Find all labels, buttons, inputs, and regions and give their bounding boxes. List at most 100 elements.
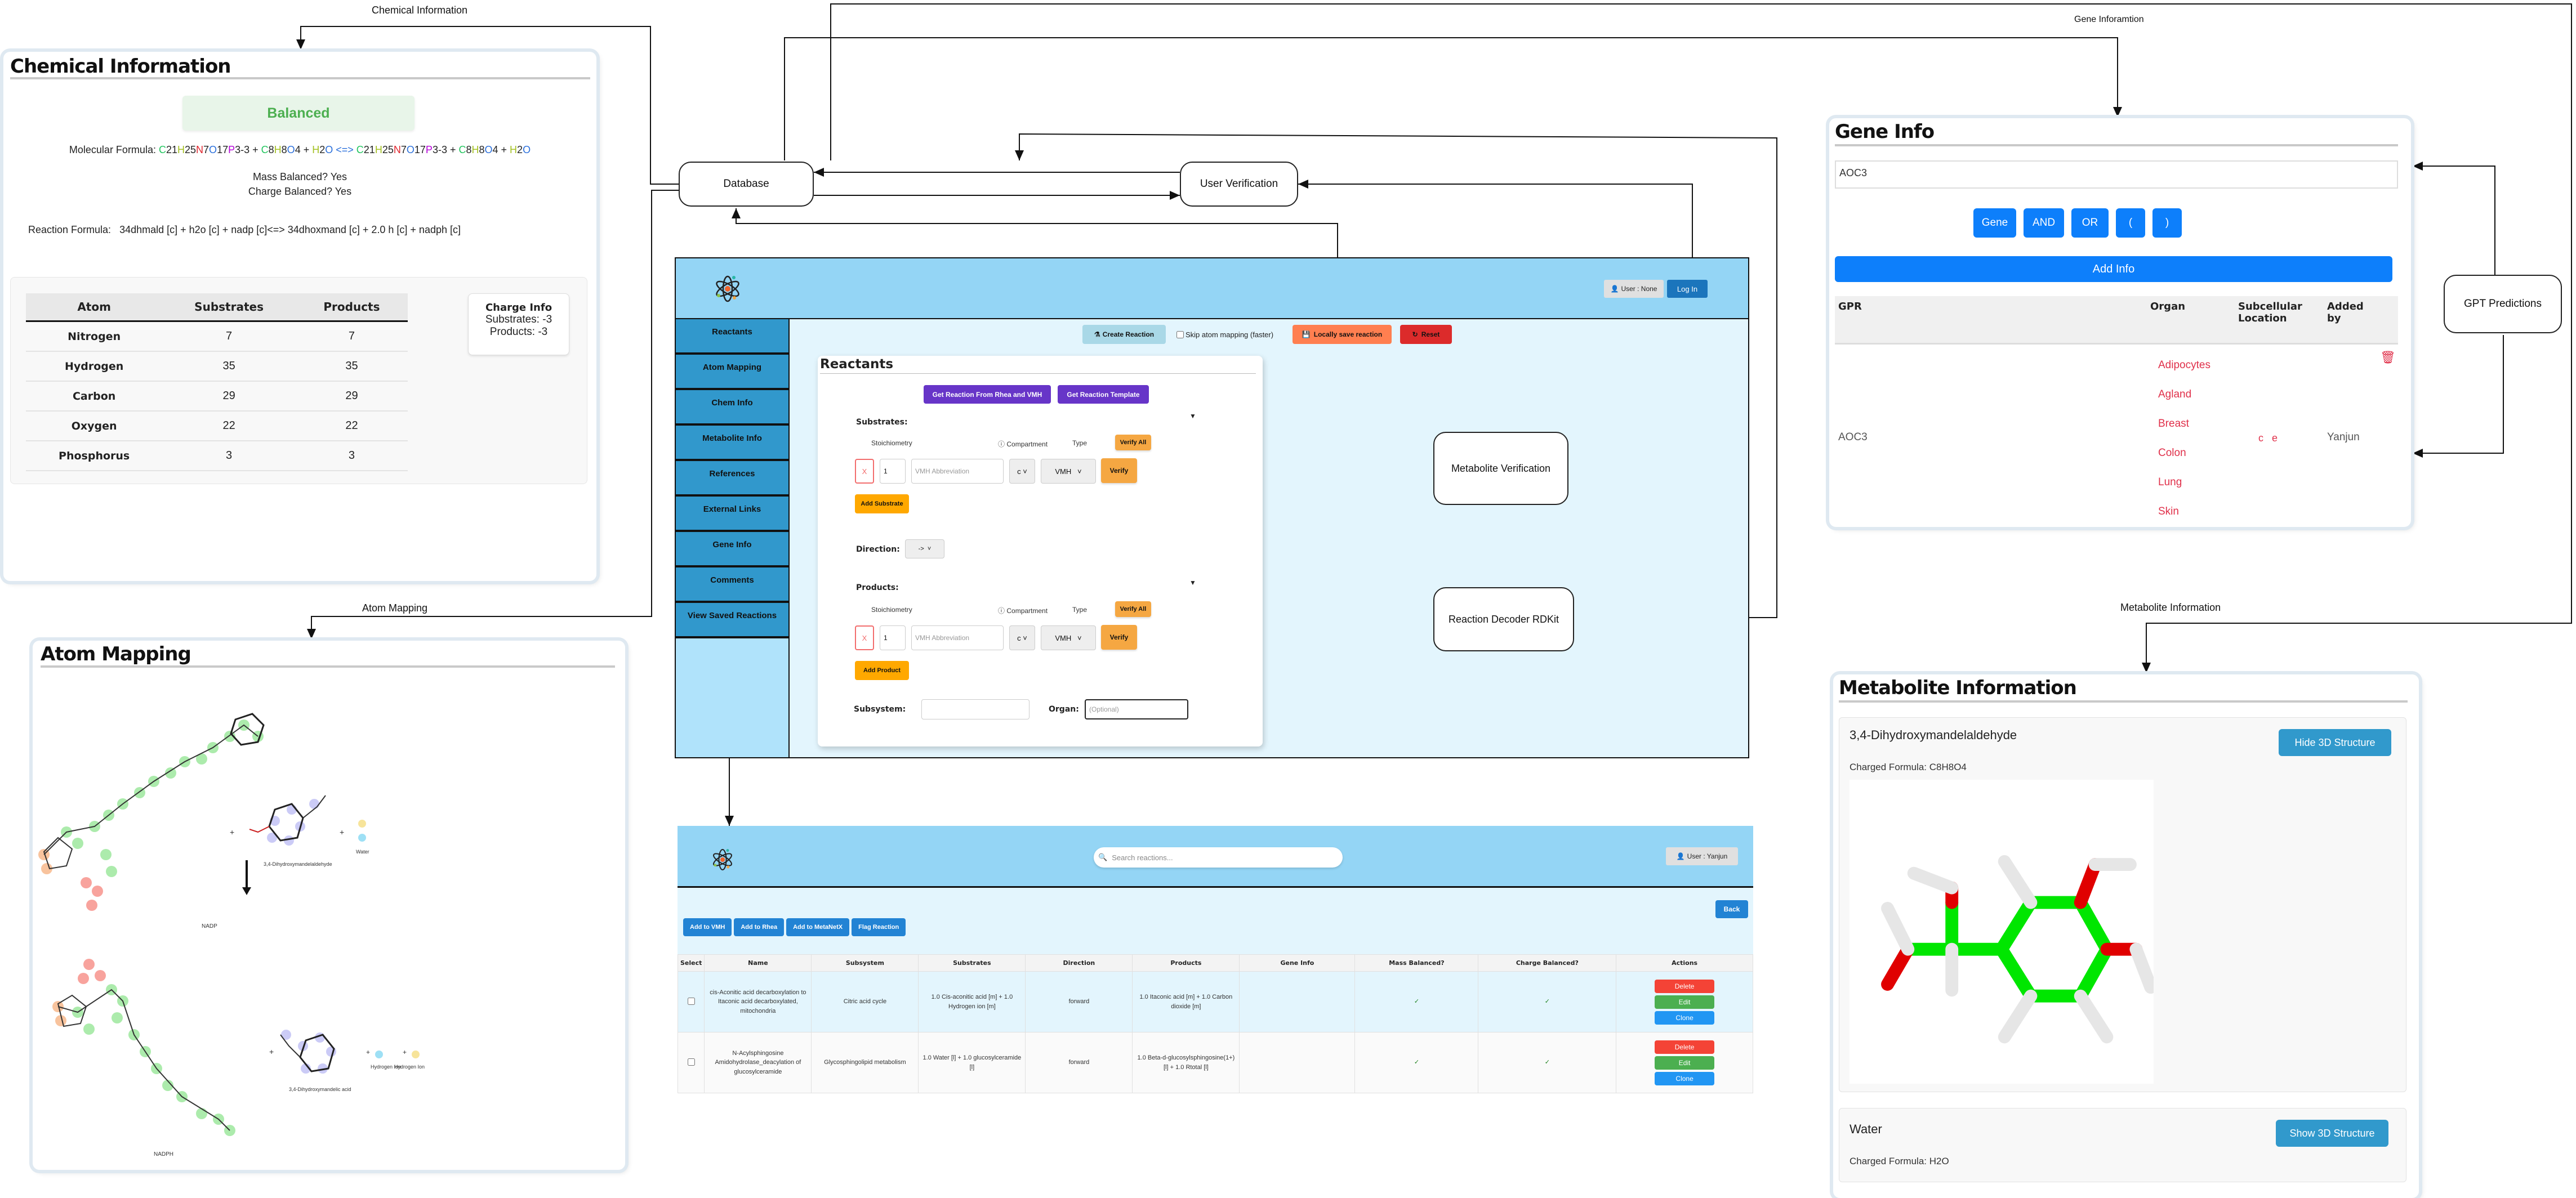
product-vmh-input[interactable]: VMH Abbreviation <box>911 625 1004 650</box>
table-row[interactable]: cis-Aconitic acid decarboxylation to Ita… <box>677 971 1753 1032</box>
element-N: N <box>196 144 204 155</box>
atom-logo-icon[interactable] <box>712 847 733 872</box>
refresh-icon: ↻ <box>1412 330 1418 338</box>
add-to-vmh-button[interactable]: Add to VMH <box>683 918 732 936</box>
wire-gpt-table <box>2413 335 2504 458</box>
select-cell <box>677 1032 705 1093</box>
skip-atom-mapping-input[interactable] <box>1176 331 1184 338</box>
actions-cell: Delete Edit Clone <box>1616 971 1753 1032</box>
token-and-button[interactable]: AND <box>2024 208 2064 238</box>
token-open-paren-button[interactable]: ( <box>2116 208 2145 238</box>
atom-logo-icon[interactable] <box>715 274 740 303</box>
direction-select[interactable]: -> ˅ <box>905 539 944 558</box>
edit-button[interactable]: Edit <box>1655 995 1715 1009</box>
collapse-substrates-icon[interactable]: ▼ <box>1189 412 1196 420</box>
skip-atom-mapping-checkbox[interactable]: Skip atom mapping (faster) <box>1176 330 1273 339</box>
reaction-formula-label: Reaction Formula: <box>28 224 112 235</box>
hide-3d-structure-button[interactable]: Hide 3D Structure <box>2279 729 2391 756</box>
metabolite-card: 3,4-Dihydroxymandelaldehyde Hide 3D Stru… <box>1839 717 2406 1092</box>
balanced-status-badge: Balanced <box>182 96 415 131</box>
organ-link[interactable]: Adipocytes <box>2158 359 2210 372</box>
products-label: Products: <box>856 583 899 592</box>
sidebar-item-atom-mapping[interactable]: Atom Mapping <box>676 355 788 390</box>
show-3d-structure-button[interactable]: Show 3D Structure <box>2276 1120 2388 1147</box>
element-count: 8 <box>268 144 274 155</box>
user-badge[interactable]: 👤 User : None <box>1604 280 1664 298</box>
organ-link[interactable]: Colon <box>2158 447 2186 459</box>
verify-all-substrates-button[interactable]: Verify All <box>1115 435 1151 450</box>
login-button[interactable]: Log In <box>1667 280 1708 298</box>
clone-button[interactable]: Clone <box>1655 1071 1715 1085</box>
user-badge[interactable]: 👤 User : Yanjun <box>1666 847 1738 865</box>
sidebar-item-external-links[interactable]: External Links <box>676 497 788 532</box>
row-select-checkbox[interactable] <box>688 1058 696 1066</box>
verify-product-button[interactable]: Verify <box>1101 625 1137 650</box>
substrate-stoichiometry-input[interactable]: 1 <box>880 459 906 484</box>
column-header: Actions <box>1616 954 1753 972</box>
sidebar-item-metabolite-info[interactable]: Metabolite Info <box>676 426 788 461</box>
remove-product-button[interactable]: X <box>855 625 874 650</box>
sidebar-item-reactants[interactable]: Reactants <box>676 319 788 355</box>
subcellular-e[interactable]: e <box>2272 432 2278 444</box>
collapse-products-icon[interactable]: ▼ <box>1189 579 1196 587</box>
3d-structure-viewer[interactable] <box>1849 780 2158 1084</box>
column-header: Name <box>704 954 812 972</box>
verify-all-products-button[interactable]: Verify All <box>1115 601 1151 617</box>
row-select-checkbox[interactable] <box>688 997 696 1005</box>
element-count: 17 <box>414 144 426 155</box>
organ-link[interactable]: Breast <box>2158 418 2189 430</box>
edit-button[interactable]: Edit <box>1655 1056 1715 1070</box>
remove-substrate-button[interactable]: X <box>855 459 874 484</box>
gpr-input[interactable]: AOC3 <box>1835 160 2398 189</box>
sidebar-item-comments[interactable]: Comments <box>676 567 788 603</box>
substrate-vmh-input[interactable]: VMH Abbreviation <box>911 459 1004 484</box>
back-button[interactable]: Back <box>1715 900 1748 918</box>
info-icon[interactable]: ⓘ <box>998 607 1005 615</box>
get-from-rhea-button[interactable]: Get Reaction From Rhea and VMH <box>924 385 1051 404</box>
token-gene-button[interactable]: Gene <box>1973 208 2016 238</box>
table-row[interactable]: N-Acylsphingosine Amidohydrolase_deacyla… <box>677 1032 1753 1093</box>
verify-substrate-button[interactable]: Verify <box>1101 458 1137 483</box>
locally-save-button[interactable]: 💾 Locally save reaction <box>1293 325 1392 344</box>
sidebar-item-view-saved-reactions[interactable]: View Saved Reactions <box>676 603 788 638</box>
sidebar-item-chem-info[interactable]: Chem Info <box>676 390 788 426</box>
organ-input[interactable]: (Optional) <box>1085 699 1188 719</box>
substrate-compartment-select[interactable]: c ˅ <box>1009 459 1035 484</box>
title-divider <box>820 373 1256 374</box>
atom-count: 3 <box>162 441 296 471</box>
search-reactions-input[interactable]: 🔍 Search reactions... <box>1094 847 1343 868</box>
get-template-button[interactable]: Get Reaction Template <box>1058 385 1149 404</box>
product-compartment-select[interactable]: c ˅ <box>1009 625 1035 650</box>
add-to-metanetx-button[interactable]: Add to MetaNetX <box>786 918 850 936</box>
delete-button[interactable]: Delete <box>1655 979 1715 993</box>
product-label-nadph: NADPH <box>154 1151 173 1157</box>
add-info-button[interactable]: Add Info <box>1835 256 2392 282</box>
title-divider <box>1835 144 2398 146</box>
dihydroxymandelaldehyde-structure <box>249 795 326 846</box>
sidebar-item-references[interactable]: References <box>676 461 788 497</box>
trash-icon[interactable]: 🗑 <box>2380 350 2396 365</box>
info-icon[interactable]: ⓘ <box>998 440 1005 448</box>
flag-reaction-button[interactable]: Flag Reaction <box>852 918 906 936</box>
subcellular-c[interactable]: c <box>2258 432 2263 444</box>
create-reaction-button[interactable]: ⚗ Create Reaction <box>1082 325 1166 344</box>
organ-link[interactable]: Skin <box>2158 506 2179 518</box>
name-cell: cis-Aconitic acid decarboxylation to Ita… <box>704 971 812 1032</box>
add-to-rhea-button[interactable]: Add to Rhea <box>734 918 785 936</box>
subsystem-cell: Citric acid cycle <box>811 971 919 1032</box>
organ-link[interactable]: Lung <box>2158 476 2182 489</box>
sidebar-item-gene-info[interactable]: Gene Info <box>676 532 788 567</box>
token-or-button[interactable]: OR <box>2071 208 2109 238</box>
organ-link[interactable]: Agland <box>2158 388 2191 401</box>
token-close-paren-button[interactable]: ) <box>2152 208 2182 238</box>
add-product-button[interactable]: Add Product <box>855 661 909 680</box>
product-stoichiometry-input[interactable]: 1 <box>880 625 906 650</box>
clone-button[interactable]: Clone <box>1655 1011 1715 1025</box>
subsystem-input[interactable] <box>921 699 1029 719</box>
add-substrate-button[interactable]: Add Substrate <box>855 494 909 513</box>
delete-button[interactable]: Delete <box>1655 1040 1715 1054</box>
reset-button[interactable]: ↻ Reset <box>1400 325 1452 344</box>
substrate-type-select[interactable]: VMH ˅ <box>1041 459 1096 484</box>
element-count: 25 <box>382 144 394 155</box>
product-type-select[interactable]: VMH ˅ <box>1041 625 1096 650</box>
